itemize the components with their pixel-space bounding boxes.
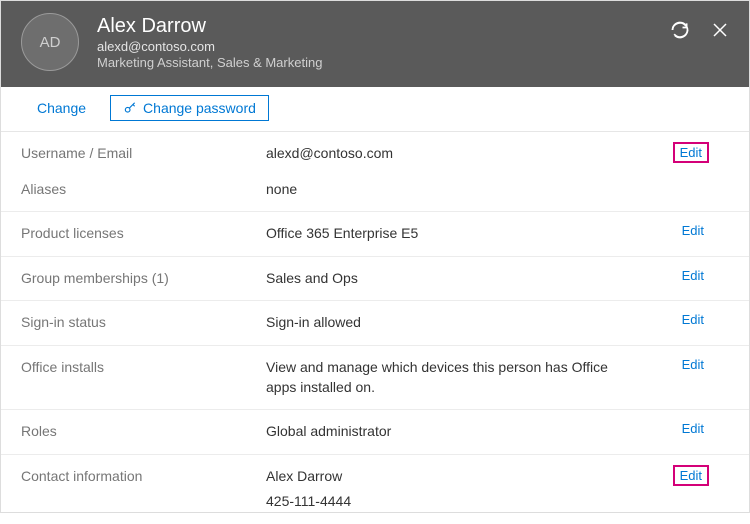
edit-contact-button[interactable]: Edit bbox=[673, 465, 709, 486]
change-photo-link[interactable]: Change bbox=[37, 100, 86, 116]
key-icon bbox=[123, 101, 137, 115]
contact-phone: 425-111-4444 bbox=[266, 492, 639, 512]
row-aliases: Aliases none bbox=[1, 168, 749, 213]
row-signin: Sign-in status Sign-in allowed Edit bbox=[1, 301, 749, 346]
row-username: Username / Email alexd@contoso.com Edit bbox=[1, 132, 749, 168]
row-roles: Roles Global administrator Edit bbox=[1, 410, 749, 455]
label-contact: Contact information bbox=[21, 467, 266, 484]
edit-licenses-button[interactable]: Edit bbox=[677, 222, 709, 239]
label-office: Office installs bbox=[21, 358, 266, 375]
header-icons bbox=[669, 19, 731, 41]
label-groups: Group memberships (1) bbox=[21, 269, 266, 286]
row-groups: Group memberships (1) Sales and Ops Edit bbox=[1, 257, 749, 302]
label-aliases: Aliases bbox=[21, 180, 266, 197]
edit-groups-button[interactable]: Edit bbox=[677, 267, 709, 284]
row-office: Office installs View and manage which de… bbox=[1, 346, 749, 410]
change-password-label: Change password bbox=[143, 100, 256, 116]
edit-signin-button[interactable]: Edit bbox=[677, 311, 709, 328]
avatar-initials: AD bbox=[40, 34, 61, 51]
user-header: AD Alex Darrow alexd@contoso.com Marketi… bbox=[1, 1, 749, 87]
edit-username-button[interactable]: Edit bbox=[673, 142, 709, 163]
edit-office-button[interactable]: Edit bbox=[677, 356, 709, 373]
value-aliases: none bbox=[266, 180, 719, 200]
value-username: alexd@contoso.com bbox=[266, 144, 719, 164]
label-signin: Sign-in status bbox=[21, 313, 266, 330]
user-role: Marketing Assistant, Sales & Marketing bbox=[97, 55, 322, 70]
row-licenses: Product licenses Office 365 Enterprise E… bbox=[1, 212, 749, 257]
contact-name: Alex Darrow bbox=[266, 467, 639, 487]
value-contact: Alex Darrow 425-111-4444 bbox=[266, 467, 719, 512]
user-info: Alex Darrow alexd@contoso.com Marketing … bbox=[97, 15, 322, 70]
value-office: View and manage which devices this perso… bbox=[266, 358, 719, 397]
row-contact: Contact information Alex Darrow 425-111-… bbox=[1, 455, 749, 524]
user-name: Alex Darrow bbox=[97, 15, 322, 38]
edit-roles-button[interactable]: Edit bbox=[677, 420, 709, 437]
user-email: alexd@contoso.com bbox=[97, 39, 322, 54]
label-licenses: Product licenses bbox=[21, 224, 266, 241]
value-licenses: Office 365 Enterprise E5 bbox=[266, 224, 719, 244]
refresh-icon[interactable] bbox=[669, 19, 691, 41]
value-signin: Sign-in allowed bbox=[266, 313, 719, 333]
value-roles: Global administrator bbox=[266, 422, 719, 442]
change-password-button[interactable]: Change password bbox=[110, 95, 269, 121]
close-icon[interactable] bbox=[709, 19, 731, 41]
value-groups: Sales and Ops bbox=[266, 269, 719, 289]
label-username: Username / Email bbox=[21, 144, 266, 161]
avatar: AD bbox=[21, 13, 79, 71]
actions-row: Change Change password bbox=[1, 87, 749, 132]
label-roles: Roles bbox=[21, 422, 266, 439]
